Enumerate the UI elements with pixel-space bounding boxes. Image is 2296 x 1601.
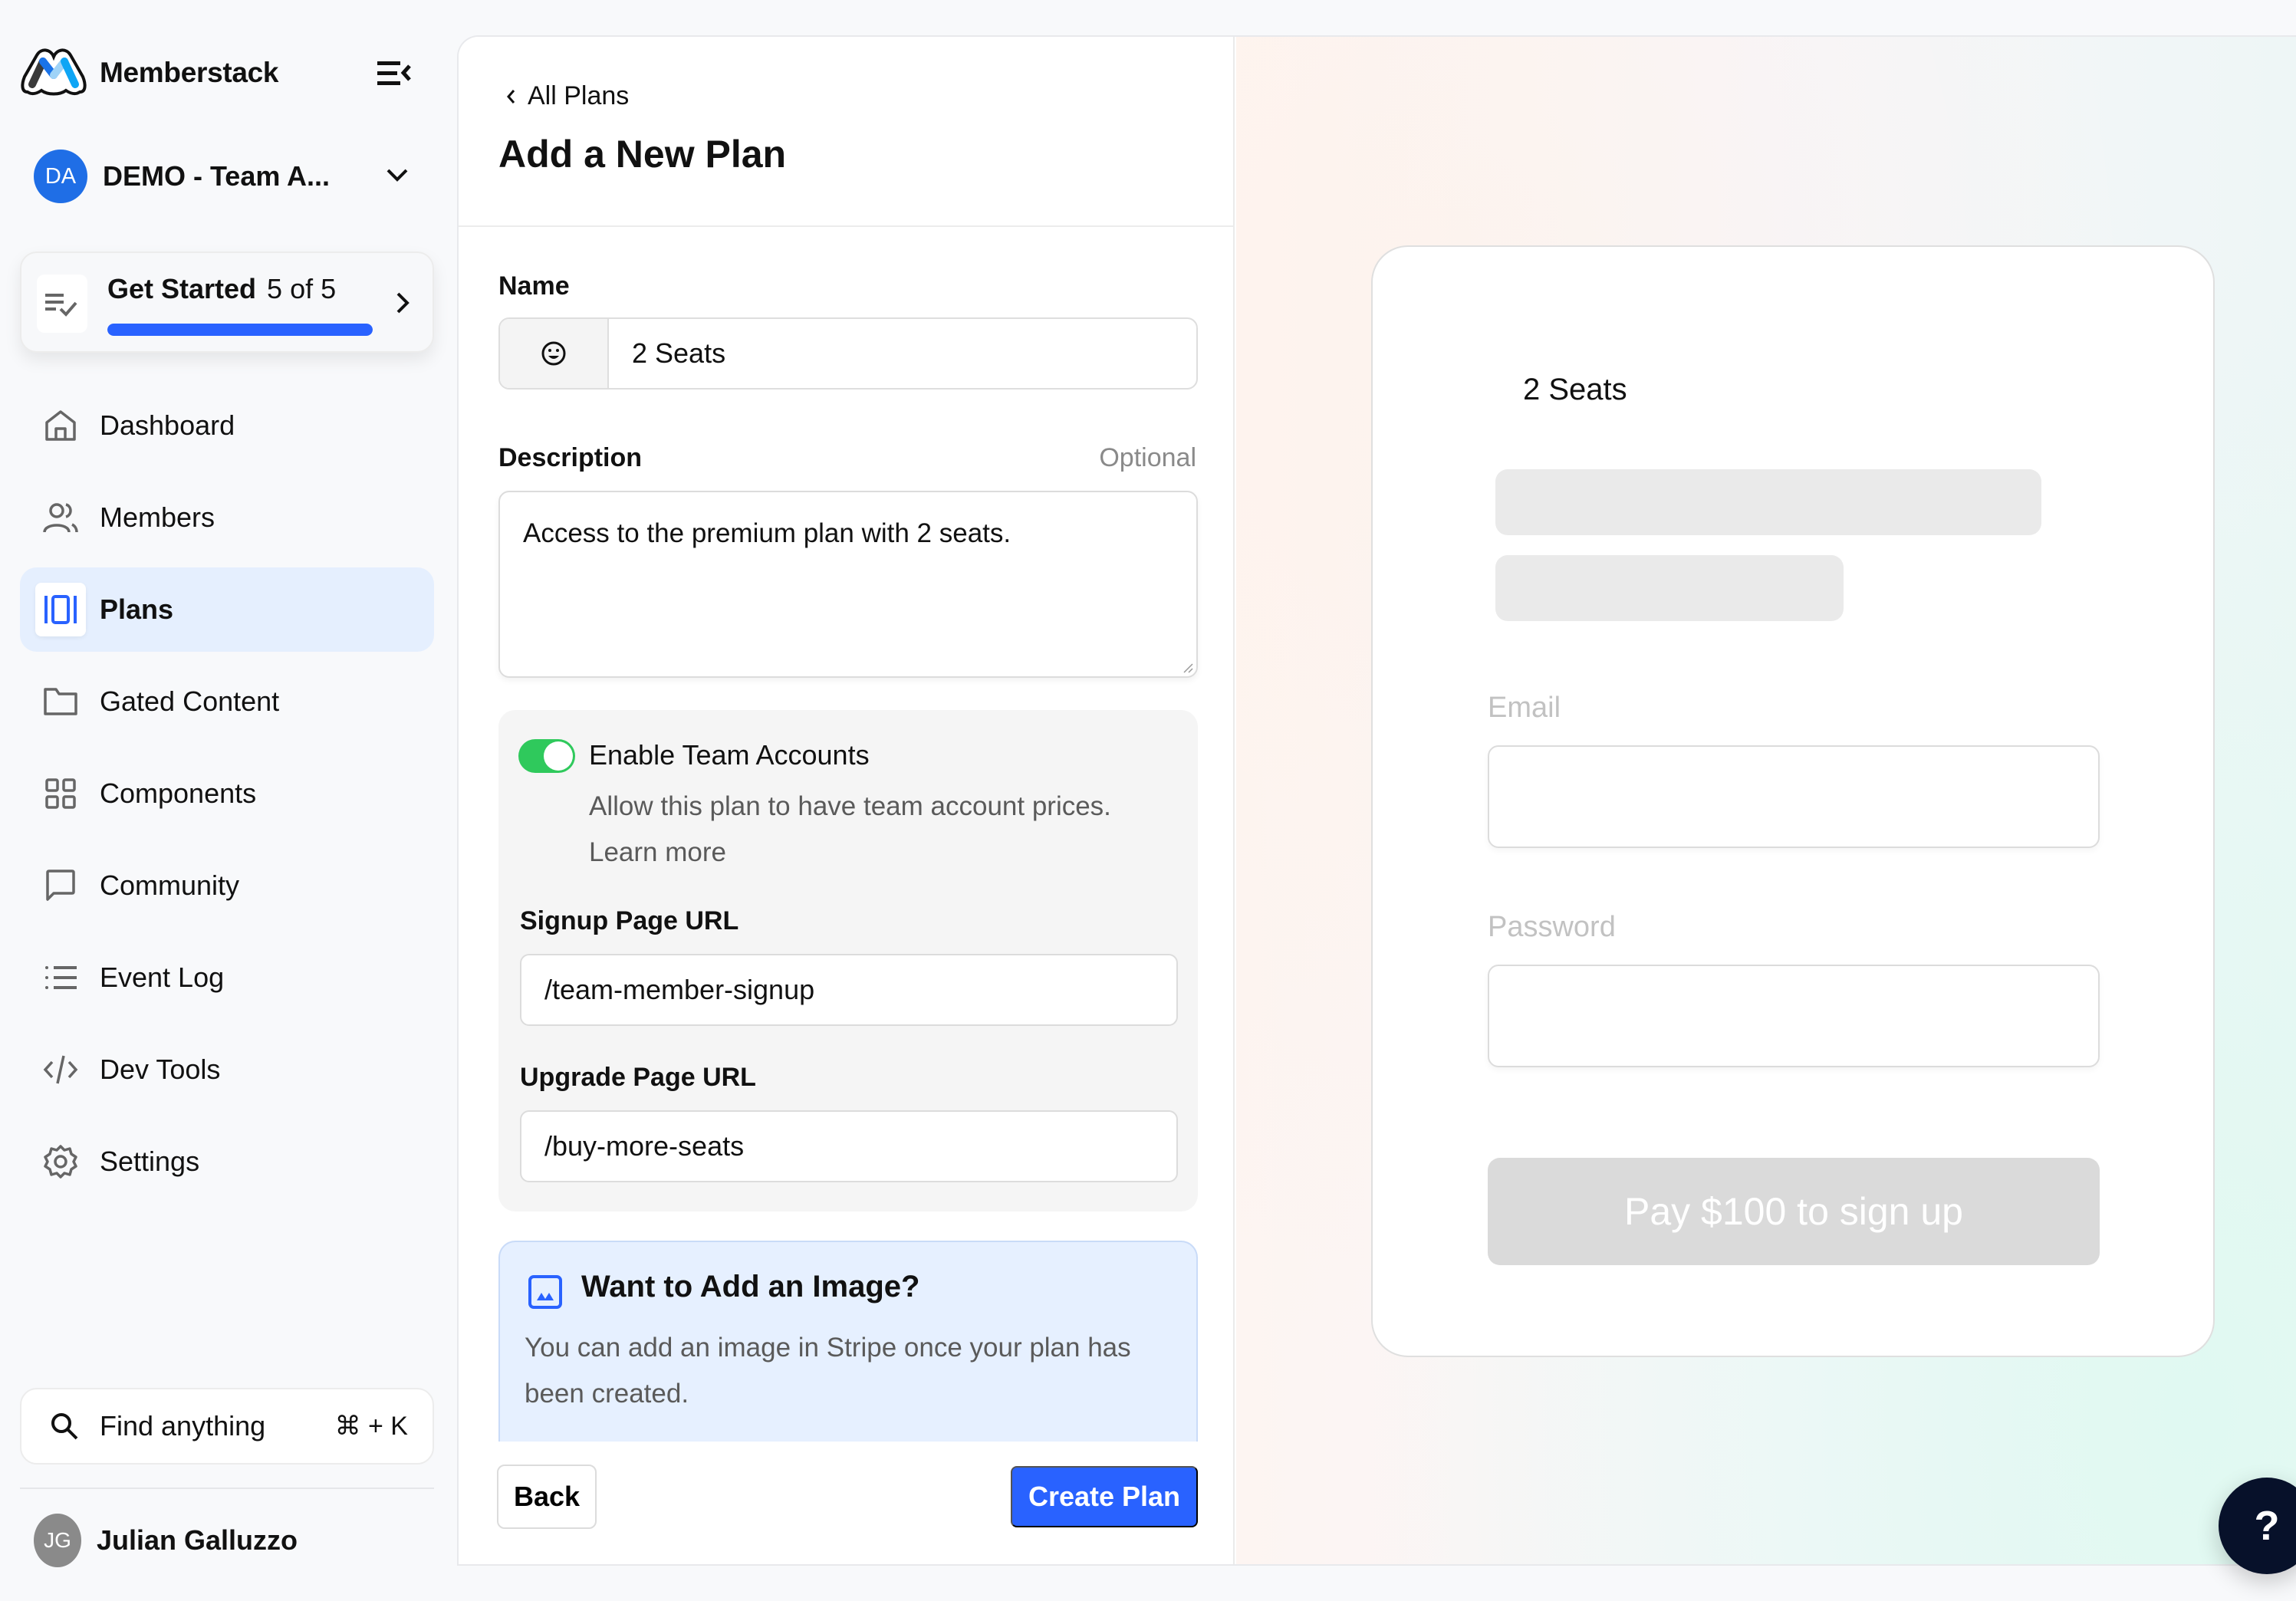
image-tip-title: Want to Add an Image?: [581, 1270, 920, 1303]
nav-label: Community: [100, 870, 240, 901]
code-icon: [35, 1043, 86, 1096]
grid-icon: [35, 767, 86, 820]
gear-icon: [35, 1135, 86, 1188]
image-tip-text: You can add an image in Stripe once your…: [525, 1333, 1131, 1409]
preview-card: 2 Seats Email Password Pay $100 to sign …: [1371, 245, 2215, 1357]
workspace-avatar: DA: [34, 150, 87, 203]
preview-password-label: Password: [1488, 911, 1616, 943]
preview-plan-name: 2 Seats: [1523, 373, 1627, 406]
get-started-card[interactable]: Get Started 5 of 5: [20, 251, 434, 353]
nav-label: Components: [100, 777, 257, 809]
preview-email-input[interactable]: [1488, 745, 2100, 848]
plans-icon: [35, 583, 86, 636]
team-accounts-title: Enable Team Accounts: [589, 739, 870, 771]
chevron-left-icon: [507, 89, 515, 104]
nav-label: Dev Tools: [100, 1054, 221, 1085]
team-accounts-description: Allow this plan to have team account pri…: [589, 784, 1111, 876]
memberstack-logo-icon: [21, 48, 87, 96]
signup-preview: 2 Seats Email Password Pay $100 to sign …: [1236, 37, 2296, 1564]
signup-url-input[interactable]: /team-member-signup: [520, 954, 1178, 1026]
chat-icon: [35, 859, 86, 912]
all-plans-link[interactable]: All Plans: [506, 81, 629, 111]
add-image-tip: Want to Add an Image? You can add an ima…: [498, 1241, 1198, 1442]
collapse-menu-icon: [377, 61, 411, 85]
page-title: Add a New Plan: [498, 133, 787, 176]
search-label: Find anything: [100, 1410, 266, 1442]
chevron-right-icon: [396, 292, 410, 314]
preview-email-label: Email: [1488, 692, 1561, 724]
nav-label: Event Log: [100, 962, 225, 993]
search-icon: [51, 1413, 78, 1440]
name-label: Name: [498, 271, 570, 301]
divider: [20, 1488, 434, 1489]
signup-url-label: Signup Page URL: [520, 906, 739, 935]
sidebar-nav: Dashboard Members Plans Gated Content Co…: [20, 383, 434, 1211]
sidebar-item-dashboard[interactable]: Dashboard: [20, 383, 434, 468]
add-plan-form: All Plans Add a New Plan Name 2 Seats De…: [459, 37, 1235, 1564]
brand-name: Memberstack: [100, 57, 279, 88]
home-icon: [35, 399, 86, 452]
sidebar-item-settings[interactable]: Settings: [20, 1119, 434, 1204]
sidebar-item-plans[interactable]: Plans: [20, 567, 434, 652]
chevron-down-icon: [387, 169, 408, 182]
form-header: All Plans Add a New Plan: [459, 37, 1233, 227]
create-plan-button[interactable]: Create Plan: [1011, 1466, 1198, 1527]
sidebar-item-members[interactable]: Members: [20, 475, 434, 560]
skeleton-placeholder: [1495, 469, 2041, 535]
back-button[interactable]: Back: [497, 1465, 597, 1529]
description-textarea[interactable]: Access to the premium plan with 2 seats.: [498, 491, 1198, 678]
emoji-picker-button[interactable]: [500, 319, 609, 388]
image-icon: [528, 1275, 562, 1309]
sidebar-item-event-log[interactable]: Event Log: [20, 935, 434, 1020]
keyboard-shortcut: ⌘ + K: [334, 1412, 408, 1441]
checklist-icon: [37, 275, 87, 333]
upgrade-url-label: Upgrade Page URL: [520, 1063, 756, 1092]
brand[interactable]: Memberstack: [20, 48, 279, 98]
list-icon: [35, 951, 86, 1004]
sidebar-item-community[interactable]: Community: [20, 843, 434, 928]
avatar: JG: [34, 1514, 81, 1567]
nav-label: Plans: [100, 593, 174, 625]
nav-label: Members: [100, 501, 215, 533]
progress-fill: [107, 324, 373, 336]
name-input[interactable]: 2 Seats: [609, 319, 1196, 388]
sidebar-item-dev-tools[interactable]: Dev Tools: [20, 1027, 434, 1112]
learn-more-link[interactable]: Learn more: [589, 830, 1111, 876]
toggle-knob: [544, 741, 573, 771]
main-panel: All Plans Add a New Plan Name 2 Seats De…: [457, 35, 2296, 1566]
user-name: Julian Galluzzo: [97, 1524, 298, 1556]
nav-label: Settings: [100, 1146, 200, 1177]
collapse-sidebar-button[interactable]: [376, 58, 413, 89]
preview-password-input[interactable]: [1488, 965, 2100, 1067]
users-icon: [35, 491, 86, 544]
enable-team-accounts-toggle[interactable]: [518, 739, 575, 773]
nav-label: Dashboard: [100, 409, 235, 441]
sidebar-item-gated-content[interactable]: Gated Content: [20, 659, 434, 744]
workspace-switcher[interactable]: DA DEMO - Team A...: [34, 149, 417, 204]
preview-pay-button[interactable]: Pay $100 to sign up: [1488, 1158, 2100, 1265]
get-started-title: Get Started 5 of 5: [107, 273, 337, 304]
optional-label: Optional: [1099, 443, 1196, 472]
team-accounts-section: Enable Team Accounts Allow this plan to …: [498, 710, 1198, 1211]
name-field: 2 Seats: [498, 317, 1198, 390]
sidebar-item-components[interactable]: Components: [20, 751, 434, 836]
upgrade-url-input[interactable]: /buy-more-seats: [520, 1110, 1178, 1182]
nav-label: Gated Content: [100, 685, 280, 717]
sidebar: Memberstack DA DEMO - Team A... Get Star…: [0, 0, 457, 1601]
workspace-name: DEMO - Team A...: [103, 160, 331, 192]
get-started-progress: [107, 324, 373, 336]
resize-handle-icon[interactable]: [1183, 662, 1193, 673]
description-label: Description: [498, 443, 643, 472]
folder-icon: [35, 675, 86, 728]
find-anything-search[interactable]: Find anything ⌘ + K: [20, 1388, 434, 1465]
get-started-count: 5 of 5: [267, 273, 337, 304]
user-profile[interactable]: JG Julian Galluzzo: [34, 1514, 298, 1567]
smiley-icon: [541, 341, 566, 366]
skeleton-placeholder: [1495, 555, 1844, 621]
